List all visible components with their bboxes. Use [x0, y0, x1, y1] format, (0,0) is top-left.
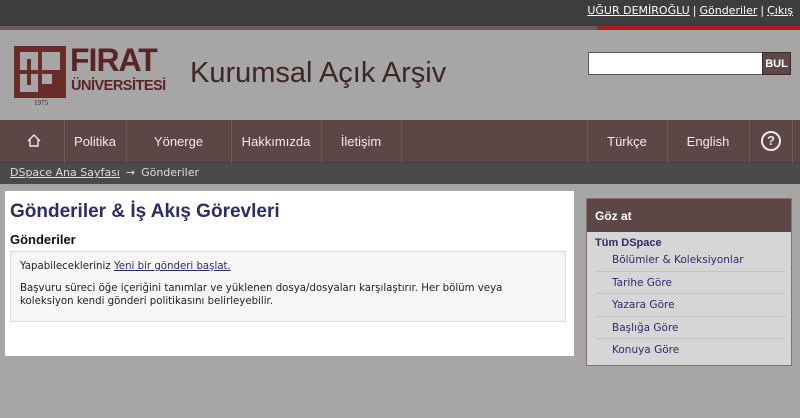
home-icon	[27, 134, 41, 147]
start-submission-prefix: Yapabilecekleriniz	[20, 261, 111, 272]
start-submission-link[interactable]: Yeni bir gönderi başlat.	[114, 261, 231, 272]
logo-emblem-icon	[14, 46, 66, 98]
main-content: Gönderiler & İş Akış Görevleri Gönderile…	[5, 191, 574, 356]
logo-text-firat: FIRAT	[70, 42, 158, 78]
nav-item-yonerge[interactable]: Yönerge	[126, 120, 231, 163]
nav-item-hakkimizda[interactable]: Hakkımızda	[231, 120, 321, 163]
logout-link[interactable]: Çıkış	[767, 4, 793, 17]
user-profile-link[interactable]: UĞUR DEMİROĞLU	[587, 4, 689, 17]
submissions-link[interactable]: Gönderiler	[699, 4, 757, 17]
sidebar-link-by-date[interactable]: Tarihe Göre	[595, 272, 785, 294]
separator: |	[692, 4, 697, 17]
logo-year: 1975	[34, 99, 48, 107]
browse-sidebar: Göz at Tüm DSpace Bölümler & Koleksiyonl…	[586, 198, 792, 366]
breadcrumb-home-link[interactable]: DSpace Ana Sayfası	[10, 166, 120, 179]
language-turkce[interactable]: Türkçe	[587, 120, 667, 163]
nav-divider	[401, 120, 402, 163]
site-title: Kurumsal Açık Arşiv	[190, 57, 447, 89]
nav-item-iletisim[interactable]: İletişim	[321, 120, 401, 163]
main-nav: Politika Yönerge Hakkımızda İletişim Tür…	[0, 120, 800, 163]
start-submission-line: Yapabilecekleriniz Yeni bir gönderi başl…	[20, 260, 556, 273]
submissions-info-box: Yapabilecekleriniz Yeni bir gönderi başl…	[10, 251, 566, 322]
search-input[interactable]	[588, 52, 763, 75]
page-title: Gönderiler & İş Akış Görevleri	[10, 201, 280, 222]
section-title: Gönderiler	[10, 232, 76, 247]
sidebar-link-by-author[interactable]: Yazara Göre	[595, 294, 785, 317]
user-menu: UĞUR DEMİROĞLU | Gönderiler | Çıkış	[587, 0, 800, 26]
sidebar-subheading: Tüm DSpace	[595, 237, 662, 249]
separator: |	[760, 4, 765, 17]
help-icon[interactable]: ?	[761, 131, 781, 151]
sidebar-link-list: Bölümler & Koleksiyonlar Tarihe Göre Yaz…	[595, 249, 785, 362]
search-button[interactable]: BUL	[762, 52, 791, 75]
language-english[interactable]: English	[667, 120, 749, 163]
nav-divider	[792, 120, 793, 163]
breadcrumb-current: Gönderiler	[141, 166, 199, 179]
sidebar-link-by-title[interactable]: Başlığa Göre	[595, 317, 785, 339]
site-header: FIRAT ÜNİVERSİTESİ 1975 Kurumsal Açık Ar…	[0, 30, 800, 120]
breadcrumb: DSpace Ana Sayfası → Gönderiler	[0, 163, 800, 184]
university-logo[interactable]: FIRAT ÜNİVERSİTESİ 1975	[14, 42, 166, 110]
sidebar-link-by-subject[interactable]: Konuya Göre	[595, 339, 785, 362]
nav-home[interactable]	[0, 120, 64, 163]
breadcrumb-arrow-icon: →	[125, 166, 136, 179]
logo-text-universitesi: ÜNİVERSİTESİ	[71, 78, 166, 94]
nav-divider	[749, 120, 750, 163]
sidebar-heading: Göz at	[587, 199, 791, 232]
nav-item-politika[interactable]: Politika	[64, 120, 126, 163]
submission-description: Başvuru süreci öğe içeriğini tanımlar ve…	[20, 283, 503, 307]
sidebar-link-communities-collections[interactable]: Bölümler & Koleksiyonlar	[595, 249, 785, 272]
